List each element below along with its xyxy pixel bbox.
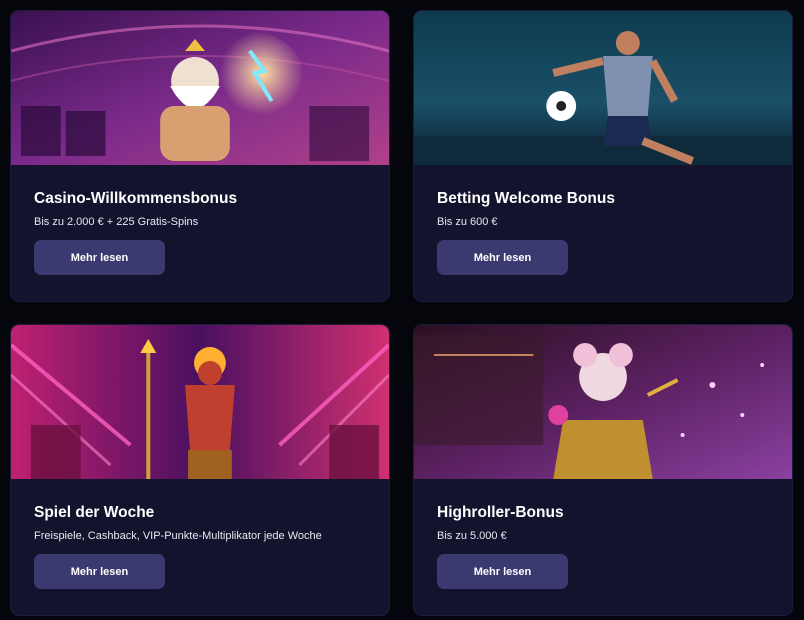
football-player-image	[414, 11, 792, 165]
fire-warrior-image	[11, 325, 389, 479]
card-subtitle: Freispiele, Cashback, VIP-Punkte-Multipl…	[34, 530, 322, 542]
promo-card-casino-welcome: Casino-Willkommensbonus Bis zu 2.000 € +…	[10, 10, 390, 302]
card-title: Betting Welcome Bonus	[437, 190, 615, 207]
read-more-button[interactable]: Mehr lesen	[34, 240, 165, 275]
zeus-casino-image	[11, 11, 389, 165]
card-title: Spiel der Woche	[34, 504, 155, 521]
card-subtitle: Bis zu 5.000 €	[437, 530, 507, 542]
promo-card-betting-welcome: Betting Welcome Bonus Bis zu 600 € Mehr …	[413, 10, 793, 302]
card-title: Casino-Willkommensbonus	[34, 190, 238, 207]
card-subtitle: Bis zu 2.000 € + 225 Gratis-Spins	[34, 216, 199, 228]
read-more-button[interactable]: Mehr lesen	[437, 240, 568, 275]
card-title: Highroller-Bonus	[437, 504, 564, 521]
joker-girl-image	[414, 325, 792, 479]
promo-card-highroller: Highroller-Bonus Bis zu 5.000 € Mehr les…	[413, 324, 793, 616]
promotions-grid: Casino-Willkommensbonus Bis zu 2.000 € +…	[10, 10, 794, 616]
card-subtitle: Bis zu 600 €	[437, 216, 498, 228]
promo-card-game-of-week: Spiel der Woche Freispiele, Cashback, VI…	[10, 324, 390, 616]
read-more-button[interactable]: Mehr lesen	[34, 554, 165, 589]
read-more-button[interactable]: Mehr lesen	[437, 554, 568, 589]
